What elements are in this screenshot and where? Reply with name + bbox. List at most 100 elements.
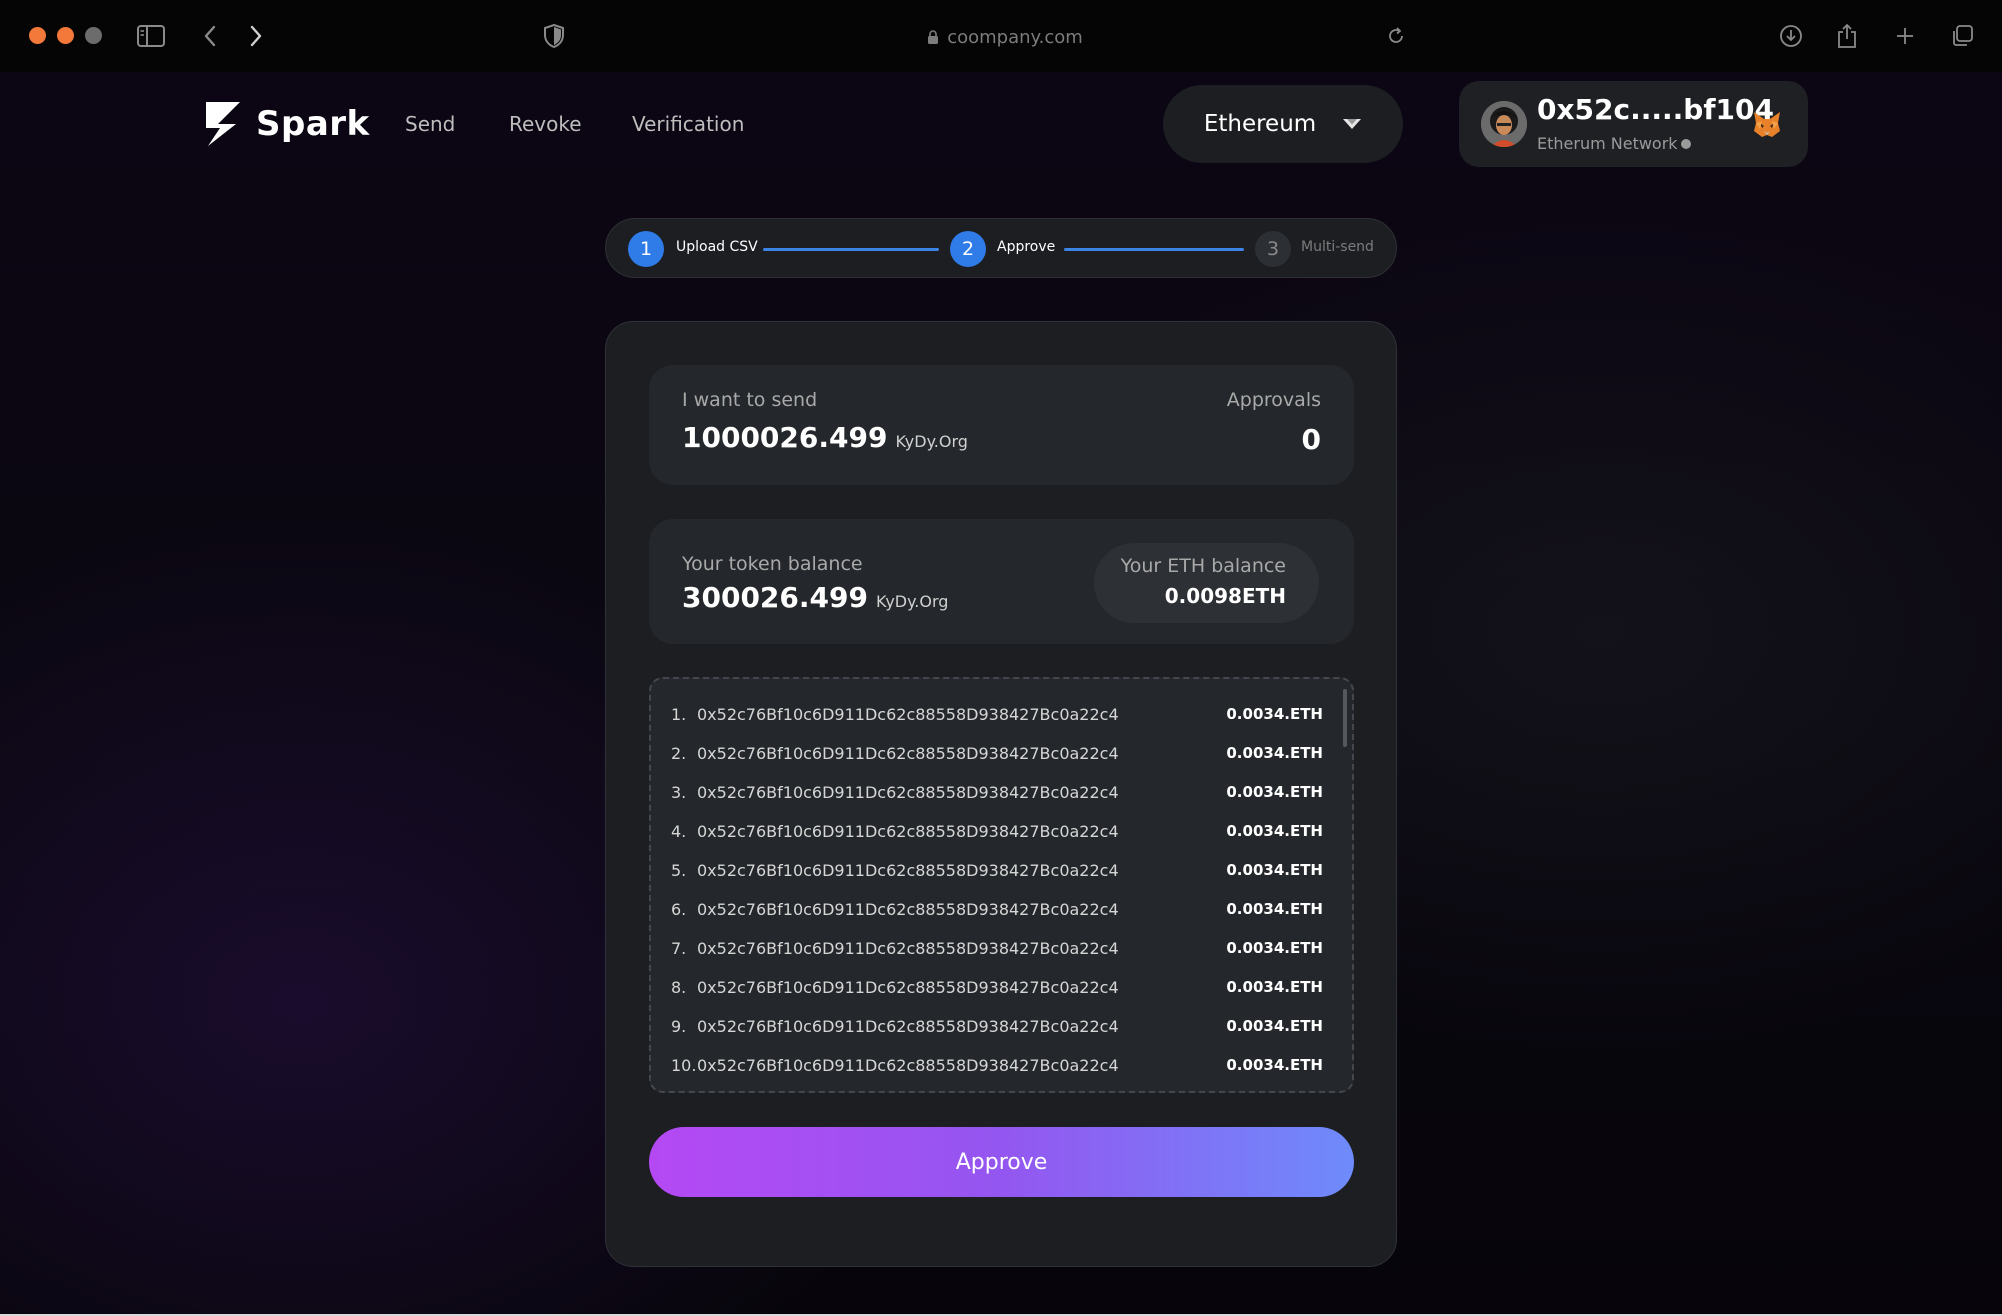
recipient-list[interactable]: 1. 0x52c76Bf10c6D911Dc62c88558D938427Bc0… xyxy=(649,677,1354,1093)
nav-revoke[interactable]: Revoke xyxy=(509,112,582,136)
row-number: 4. xyxy=(671,821,687,841)
step-2-indicator: 2 xyxy=(950,231,986,267)
row-number: 2. xyxy=(671,743,687,763)
avatar xyxy=(1481,101,1527,147)
row-address: 0x52c76Bf10c6D911Dc62c88558D938427Bc0a22… xyxy=(697,1016,1119,1036)
token-balance-value: 300026.499 KyDy.Org xyxy=(682,581,948,614)
approve-card: I want to send 1000026.499 KyDy.Org Appro… xyxy=(605,321,1397,1267)
list-item: 7. 0x52c76Bf10c6D911Dc62c88558D938427Bc0… xyxy=(671,933,1323,963)
token-balance-label: Your token balance xyxy=(682,553,863,575)
caret-down-icon xyxy=(1343,119,1362,129)
list-item: 9. 0x52c76Bf10c6D911Dc62c88558D938427Bc0… xyxy=(671,1011,1323,1041)
row-address: 0x52c76Bf10c6D911Dc62c88558D938427Bc0a22… xyxy=(697,977,1119,997)
brand-logo[interactable]: Spark xyxy=(204,100,370,148)
row-amount: 0.0034.ETH xyxy=(1226,900,1323,918)
address-bar[interactable]: coompany.com xyxy=(900,24,1110,50)
progress-stepper: 1 Upload CSV 2 Approve 3 Multi-send xyxy=(605,218,1397,278)
step-1-label: Upload CSV xyxy=(676,239,758,255)
row-number: 10. xyxy=(671,1055,697,1075)
list-item: 4. 0x52c76Bf10c6D911Dc62c88558D938427Bc0… xyxy=(671,816,1323,846)
row-amount: 0.0034.ETH xyxy=(1226,978,1323,996)
browser-window: coompany.com Spark Send Revoke Verificat… xyxy=(0,0,2002,1316)
close-window-button[interactable] xyxy=(29,27,46,44)
nav-send[interactable]: Send xyxy=(405,112,455,136)
list-scrollbar[interactable] xyxy=(1343,689,1347,747)
step-3-label: Multi-send xyxy=(1301,239,1374,255)
row-number: 6. xyxy=(671,899,687,919)
row-number: 5. xyxy=(671,860,687,880)
browser-toolbar: coompany.com xyxy=(0,0,2002,72)
lock-icon xyxy=(928,29,939,44)
row-amount: 0.0034.ETH xyxy=(1226,744,1323,762)
row-amount: 0.0034.ETH xyxy=(1226,861,1323,879)
nav-verification[interactable]: Verification xyxy=(632,112,744,136)
wallet-network: Etherum Network xyxy=(1537,134,1691,153)
row-address: 0x52c76Bf10c6D911Dc62c88558D938427Bc0a22… xyxy=(697,938,1119,958)
list-item: 2. 0x52c76Bf10c6D911Dc62c88558D938427Bc0… xyxy=(671,738,1323,768)
url-text: coompany.com xyxy=(947,26,1083,48)
sidebar-icon[interactable] xyxy=(135,20,167,52)
row-address: 0x52c76Bf10c6D911Dc62c88558D938427Bc0a22… xyxy=(697,743,1119,763)
step-3-indicator: 3 xyxy=(1255,231,1291,267)
eth-balance-box: Your ETH balance 0.0098ETH xyxy=(1094,543,1319,623)
row-number: 8. xyxy=(671,977,687,997)
row-address: 0x52c76Bf10c6D911Dc62c88558D938427Bc0a22… xyxy=(697,782,1119,802)
wallet-network-label: Etherum Network xyxy=(1537,134,1678,153)
step-connector-2 xyxy=(1064,248,1244,251)
list-item: 3. 0x52c76Bf10c6D911Dc62c88558D938427Bc0… xyxy=(671,777,1323,807)
row-amount: 0.0034.ETH xyxy=(1226,822,1323,840)
row-amount: 0.0034.ETH xyxy=(1226,705,1323,723)
minimize-window-button[interactable] xyxy=(57,27,74,44)
shield-icon[interactable] xyxy=(538,20,570,52)
list-item: 5. 0x52c76Bf10c6D911Dc62c88558D938427Bc0… xyxy=(671,855,1323,885)
row-number: 7. xyxy=(671,938,687,958)
network-selector[interactable]: Ethereum xyxy=(1163,85,1403,163)
list-item: 8. 0x52c76Bf10c6D911Dc62c88558D938427Bc0… xyxy=(671,972,1323,1002)
approve-button[interactable]: Approve xyxy=(649,1127,1354,1197)
row-number: 9. xyxy=(671,1016,687,1036)
list-item: 6. 0x52c76Bf10c6D911Dc62c88558D938427Bc0… xyxy=(671,894,1323,924)
row-amount: 0.0034.ETH xyxy=(1226,1017,1323,1035)
row-address: 0x52c76Bf10c6D911Dc62c88558D938427Bc0a22… xyxy=(697,1055,1119,1075)
share-icon[interactable] xyxy=(1831,20,1863,52)
reload-icon[interactable] xyxy=(1380,20,1412,52)
wallet-address: 0x52c.....bf104 xyxy=(1537,93,1774,126)
download-icon[interactable] xyxy=(1775,20,1807,52)
step-2-label: Approve xyxy=(997,239,1056,255)
approvals-label: Approvals xyxy=(1226,389,1321,411)
row-address: 0x52c76Bf10c6D911Dc62c88558D938427Bc0a22… xyxy=(697,899,1119,919)
send-summary-panel: I want to send 1000026.499 KyDy.Org Appro… xyxy=(649,365,1354,485)
brand-name: Spark xyxy=(256,104,370,144)
eth-balance-amount: 0.0098ETH xyxy=(1164,584,1286,608)
token-balance-unit: KyDy.Org xyxy=(875,592,949,611)
wallet-button[interactable]: 0x52c.....bf104 Etherum Network xyxy=(1459,81,1808,167)
send-amount: 1000026.499 xyxy=(682,421,888,454)
token-balance-amount: 300026.499 xyxy=(682,581,868,614)
chevron-left-icon[interactable] xyxy=(194,20,226,52)
balance-panel: Your token balance 300026.499 KyDy.Org Yo… xyxy=(649,519,1354,644)
approvals-count: 0 xyxy=(1301,423,1321,456)
send-amount-value: 1000026.499 KyDy.Org xyxy=(682,421,968,454)
row-address: 0x52c76Bf10c6D911Dc62c88558D938427Bc0a22… xyxy=(697,704,1119,724)
send-unit: KyDy.Org xyxy=(895,432,968,451)
row-amount: 0.0034.ETH xyxy=(1226,1056,1323,1074)
list-item: 10. 0x52c76Bf10c6D911Dc62c88558D938427Bc… xyxy=(671,1050,1323,1080)
zoom-window-button[interactable] xyxy=(85,27,102,44)
step-connector-1 xyxy=(763,248,939,251)
step-1-indicator: 1 xyxy=(628,231,664,267)
chevron-right-icon[interactable] xyxy=(240,20,272,52)
eth-balance-label: Your ETH balance xyxy=(1120,555,1286,577)
row-address: 0x52c76Bf10c6D911Dc62c88558D938427Bc0a22… xyxy=(697,821,1119,841)
plus-icon[interactable] xyxy=(1889,20,1921,52)
tabs-icon[interactable] xyxy=(1946,20,1978,52)
metamask-fox-icon xyxy=(1754,112,1780,137)
network-name: Ethereum xyxy=(1203,111,1317,137)
send-label: I want to send xyxy=(682,389,818,411)
network-status-icon xyxy=(1680,138,1691,149)
spark-logo-icon xyxy=(206,102,240,146)
list-item: 1. 0x52c76Bf10c6D911Dc62c88558D938427Bc0… xyxy=(671,699,1323,729)
row-amount: 0.0034.ETH xyxy=(1226,939,1323,957)
row-address: 0x52c76Bf10c6D911Dc62c88558D938427Bc0a22… xyxy=(697,860,1119,880)
row-number: 1. xyxy=(671,704,687,724)
row-number: 3. xyxy=(671,782,687,802)
